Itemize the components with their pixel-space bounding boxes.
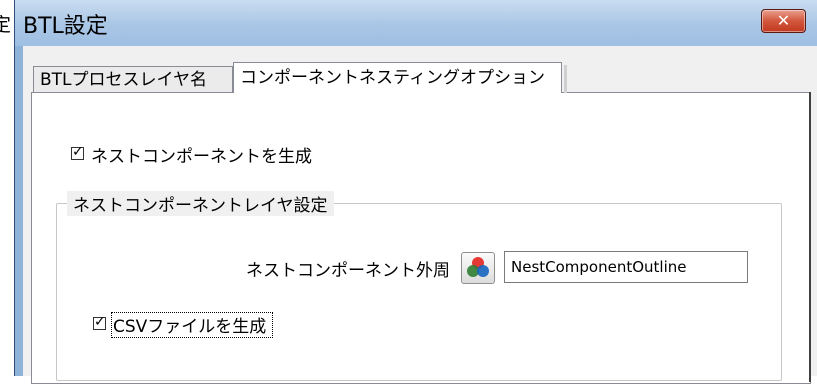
outline-color-button[interactable] xyxy=(461,252,495,284)
dialog-client-area: BTLプロセスレイヤ名 コンポーネントネスティングオプション ✓ ネストコンポー… xyxy=(23,46,817,384)
btl-settings-dialog: BTL設定 ✕ BTLプロセスレイヤ名 コンポーネントネスティングオプション ✓… xyxy=(14,0,817,384)
background-window-fragment: 定 xyxy=(0,0,14,376)
close-button[interactable]: ✕ xyxy=(761,9,806,33)
tab-btl-process-layer-name[interactable]: BTLプロセスレイヤ名 xyxy=(33,66,233,92)
tab-component-nesting-options[interactable]: コンポーネントネスティングオプション xyxy=(233,62,567,93)
outline-label: ネストコンポーネント外周 xyxy=(246,261,450,281)
outline-layer-input[interactable] xyxy=(504,251,748,283)
close-icon: ✕ xyxy=(776,11,791,30)
group-title: ネストコンポーネントレイヤ設定 xyxy=(67,191,334,216)
title-bar[interactable]: BTL設定 ✕ xyxy=(15,0,817,46)
generate-nested-component-label: ネストコンポーネントを生成 xyxy=(91,147,312,167)
background-window-text: 定 xyxy=(0,14,12,36)
panel-edge xyxy=(809,92,811,382)
color-circles-icon xyxy=(467,257,489,277)
check-mark-icon: ✓ xyxy=(72,144,84,160)
focus-indicator xyxy=(111,312,273,338)
generate-csv-checkbox[interactable]: ✓ xyxy=(93,314,106,330)
tab-label: コンポーネントネスティングオプション xyxy=(240,68,545,88)
generate-nested-component-checkbox[interactable]: ✓ xyxy=(71,144,84,160)
check-mark-icon: ✓ xyxy=(94,314,106,330)
nested-layer-settings-group xyxy=(56,203,782,381)
window-title: BTL設定 xyxy=(23,14,108,39)
tab-label: BTLプロセスレイヤ名 xyxy=(40,70,208,90)
